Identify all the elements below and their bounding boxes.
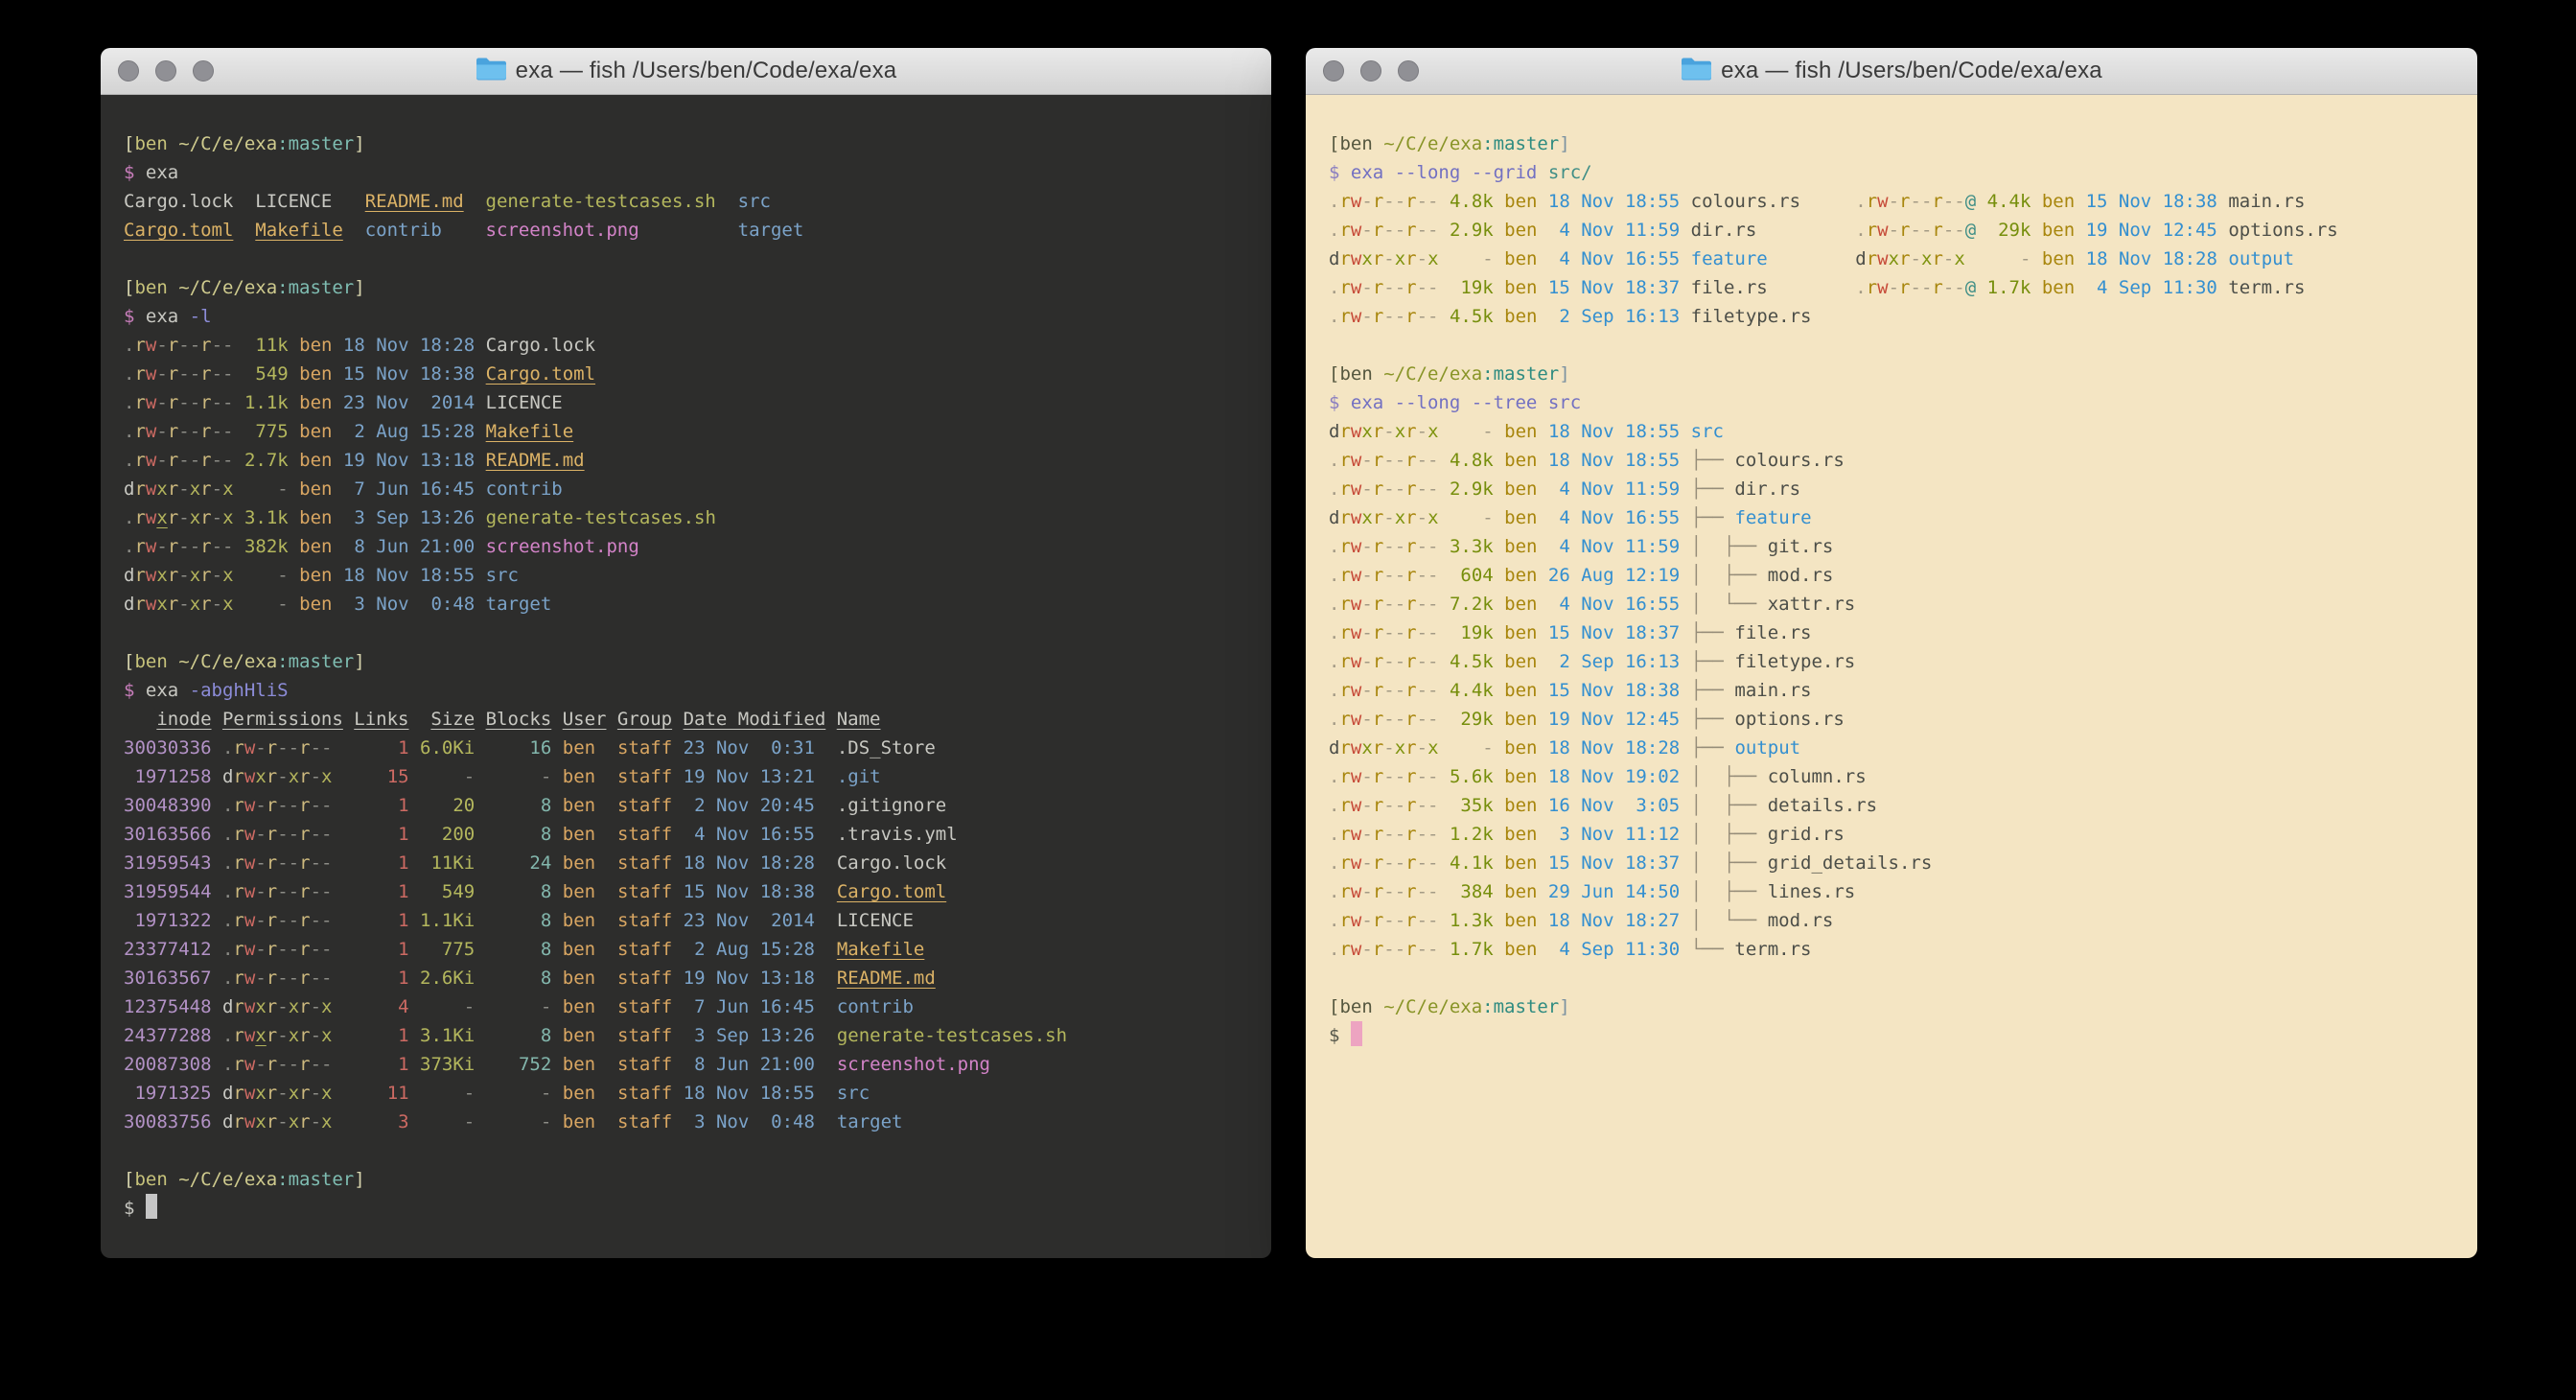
terminal-line: 24377288 .rwxr-xr-x 1 3.1Ki 8 ben staff … (124, 1021, 1248, 1050)
terminal-line: $ exa (124, 158, 1248, 187)
terminal-line: .rw-r--r-- 384 ben 29 Jun 14:50 │ ├── li… (1329, 877, 2454, 906)
terminal-line: drwxr-xr-x - ben 18 Nov 18:55 src (1329, 417, 2454, 446)
terminal-line: 20087308 .rw-r--r-- 1 373Ki 752 ben staf… (124, 1050, 1248, 1079)
terminal-line: $ exa --long --tree src (1329, 388, 2454, 417)
terminal-line: 23377412 .rw-r--r-- 1 775 8 ben staff 2 … (124, 935, 1248, 964)
terminal-line: 31959544 .rw-r--r-- 1 549 8 ben staff 15… (124, 877, 1248, 906)
terminal-line: .rw-r--r-- 2.9k ben 4 Nov 11:59 ├── dir.… (1329, 475, 2454, 503)
terminal-line: [ben ~/C/e/exa:master] (1329, 992, 2454, 1021)
traffic-lights (1323, 60, 1419, 82)
terminal-line: drwxr-xr-x - ben 18 Nov 18:55 src (124, 561, 1248, 590)
titlebar[interactable]: exa — fish /Users/ben/Code/exa/exa (1306, 48, 2477, 95)
text-cursor (1351, 1021, 1362, 1046)
terminal-line: .rw-r--r-- 35k ben 16 Nov 3:05 │ ├── det… (1329, 791, 2454, 820)
window-title: exa — fish /Users/ben/Code/exa/exa (516, 58, 897, 84)
terminal-line: 31959543 .rw-r--r-- 1 11Ki 24 ben staff … (124, 849, 1248, 877)
terminal-line: .rw-r--r-- 1.2k ben 3 Nov 11:12 │ ├── gr… (1329, 820, 2454, 849)
zoom-button[interactable] (1398, 60, 1419, 82)
terminal-line: 12375448 drwxr-xr-x 4 - - ben staff 7 Ju… (124, 992, 1248, 1021)
terminal-line: 30163567 .rw-r--r-- 1 2.6Ki 8 ben staff … (124, 964, 1248, 992)
terminal-line: $ exa -abghHliS (124, 676, 1248, 705)
terminal-line: .rw-r--r-- 382k ben 8 Jun 21:00 screensh… (124, 532, 1248, 561)
zoom-button[interactable] (193, 60, 214, 82)
terminal-line: .rw-r--r-- 7.2k ben 4 Nov 16:55 │ └── xa… (1329, 590, 2454, 618)
terminal-line: 1971325 drwxr-xr-x 11 - - ben staff 18 N… (124, 1079, 1248, 1108)
terminal-line (124, 245, 1248, 273)
terminal-line: .rw-r--r-- 4.4k ben 15 Nov 18:38 ├── mai… (1329, 676, 2454, 705)
terminal-line: .rw-r--r-- 19k ben 15 Nov 18:37 ├── file… (1329, 618, 2454, 647)
terminal-line (1329, 964, 2454, 992)
terminal-line: .rw-r--r-- 19k ben 15 Nov 18:37 file.rs … (1329, 273, 2454, 302)
folder-icon (476, 57, 506, 85)
terminal-line: [ben ~/C/e/exa:master] (124, 273, 1248, 302)
terminal-line (124, 618, 1248, 647)
window-title: exa — fish /Users/ben/Code/exa/exa (1721, 58, 2102, 84)
terminal-window-dark: exa — fish /Users/ben/Code/exa/exa [ben … (101, 48, 1271, 1258)
terminal-line: .rw-r--r-- 11k ben 18 Nov 18:28 Cargo.lo… (124, 331, 1248, 360)
terminal-line: .rw-r--r-- 4.5k ben 2 Sep 16:13 filetype… (1329, 302, 2454, 331)
terminal-line: .rw-r--r-- 5.6k ben 18 Nov 19:02 │ ├── c… (1329, 762, 2454, 791)
terminal-line: .rw-r--r-- 2.9k ben 4 Nov 11:59 dir.rs .… (1329, 216, 2454, 245)
terminal-line: .rw-r--r-- 1.7k ben 4 Sep 11:30 └── term… (1329, 935, 2454, 964)
terminal-line: .rw-r--r-- 4.8k ben 18 Nov 18:55 colours… (1329, 187, 2454, 216)
terminal-line: [ben ~/C/e/exa:master] (1329, 360, 2454, 388)
terminal-line: $ (124, 1194, 1248, 1223)
terminal-line: inode Permissions Links Size Blocks User… (124, 705, 1248, 734)
terminal-line: $ (1329, 1021, 2454, 1050)
terminal-line: .rw-r--r-- 1.3k ben 18 Nov 18:27 │ └── m… (1329, 906, 2454, 935)
minimize-button[interactable] (155, 60, 176, 82)
terminal-line: drwxr-xr-x - ben 3 Nov 0:48 target (124, 590, 1248, 618)
terminal-line (1329, 331, 2454, 360)
terminal-line: .rw-r--r-- 2.7k ben 19 Nov 13:18 README.… (124, 446, 1248, 475)
terminal-line: .rw-r--r-- 549 ben 15 Nov 18:38 Cargo.to… (124, 360, 1248, 388)
terminal-line: 30030336 .rw-r--r-- 1 6.0Ki 16 ben staff… (124, 734, 1248, 762)
terminal-line: $ exa --long --grid src/ (1329, 158, 2454, 187)
terminal-line: $ exa -l (124, 302, 1248, 331)
terminal-line: Cargo.lock LICENCE README.md generate-te… (124, 187, 1248, 216)
terminal-window-light: exa — fish /Users/ben/Code/exa/exa [ben … (1306, 48, 2477, 1258)
terminal-line: .rw-r--r-- 4.5k ben 2 Sep 16:13 ├── file… (1329, 647, 2454, 676)
close-button[interactable] (1323, 60, 1344, 82)
titlebar[interactable]: exa — fish /Users/ben/Code/exa/exa (101, 48, 1271, 95)
terminal-line: .rw-r--r-- 3.3k ben 4 Nov 11:59 │ ├── gi… (1329, 532, 2454, 561)
terminal-line: 30048390 .rw-r--r-- 1 20 8 ben staff 2 N… (124, 791, 1248, 820)
terminal-line: [ben ~/C/e/exa:master] (1329, 129, 2454, 158)
terminal-content-light[interactable]: [ben ~/C/e/exa:master]$ exa --long --gri… (1306, 95, 2477, 1258)
traffic-lights (118, 60, 214, 82)
terminal-line: drwxr-xr-x - ben 7 Jun 16:45 contrib (124, 475, 1248, 503)
terminal-line: 1971258 drwxr-xr-x 15 - - ben staff 19 N… (124, 762, 1248, 791)
desktop: { "window_title": "exa — fish /Users/ben… (0, 0, 2576, 1400)
terminal-line: [ben ~/C/e/exa:master] (124, 1165, 1248, 1194)
terminal-line (124, 1136, 1248, 1165)
folder-icon (1681, 57, 1711, 85)
terminal-line: .rwxr-xr-x 3.1k ben 3 Sep 13:26 generate… (124, 503, 1248, 532)
terminal-line: 30163566 .rw-r--r-- 1 200 8 ben staff 4 … (124, 820, 1248, 849)
terminal-line: .rw-r--r-- 604 ben 26 Aug 12:19 │ ├── mo… (1329, 561, 2454, 590)
terminal-line: drwxr-xr-x - ben 4 Nov 16:55 feature drw… (1329, 245, 2454, 273)
terminal-line: .rw-r--r-- 775 ben 2 Aug 15:28 Makefile (124, 417, 1248, 446)
text-cursor (146, 1194, 157, 1219)
terminal-line: .rw-r--r-- 4.8k ben 18 Nov 18:55 ├── col… (1329, 446, 2454, 475)
terminal-line: [ben ~/C/e/exa:master] (124, 129, 1248, 158)
terminal-line: drwxr-xr-x - ben 4 Nov 16:55 ├── feature (1329, 503, 2454, 532)
terminal-line: .rw-r--r-- 29k ben 19 Nov 12:45 ├── opti… (1329, 705, 2454, 734)
close-button[interactable] (118, 60, 139, 82)
terminal-line: 30083756 drwxr-xr-x 3 - - ben staff 3 No… (124, 1108, 1248, 1136)
terminal-line: [ben ~/C/e/exa:master] (124, 647, 1248, 676)
terminal-line: drwxr-xr-x - ben 18 Nov 18:28 ├── output (1329, 734, 2454, 762)
minimize-button[interactable] (1360, 60, 1381, 82)
terminal-line: .rw-r--r-- 1.1k ben 23 Nov 2014 LICENCE (124, 388, 1248, 417)
terminal-line: 1971322 .rw-r--r-- 1 1.1Ki 8 ben staff 2… (124, 906, 1248, 935)
terminal-content-dark[interactable]: [ben ~/C/e/exa:master]$ exaCargo.lock LI… (101, 95, 1271, 1258)
terminal-line: Cargo.toml Makefile contrib screenshot.p… (124, 216, 1248, 245)
terminal-line: .rw-r--r-- 4.1k ben 15 Nov 18:37 │ ├── g… (1329, 849, 2454, 877)
